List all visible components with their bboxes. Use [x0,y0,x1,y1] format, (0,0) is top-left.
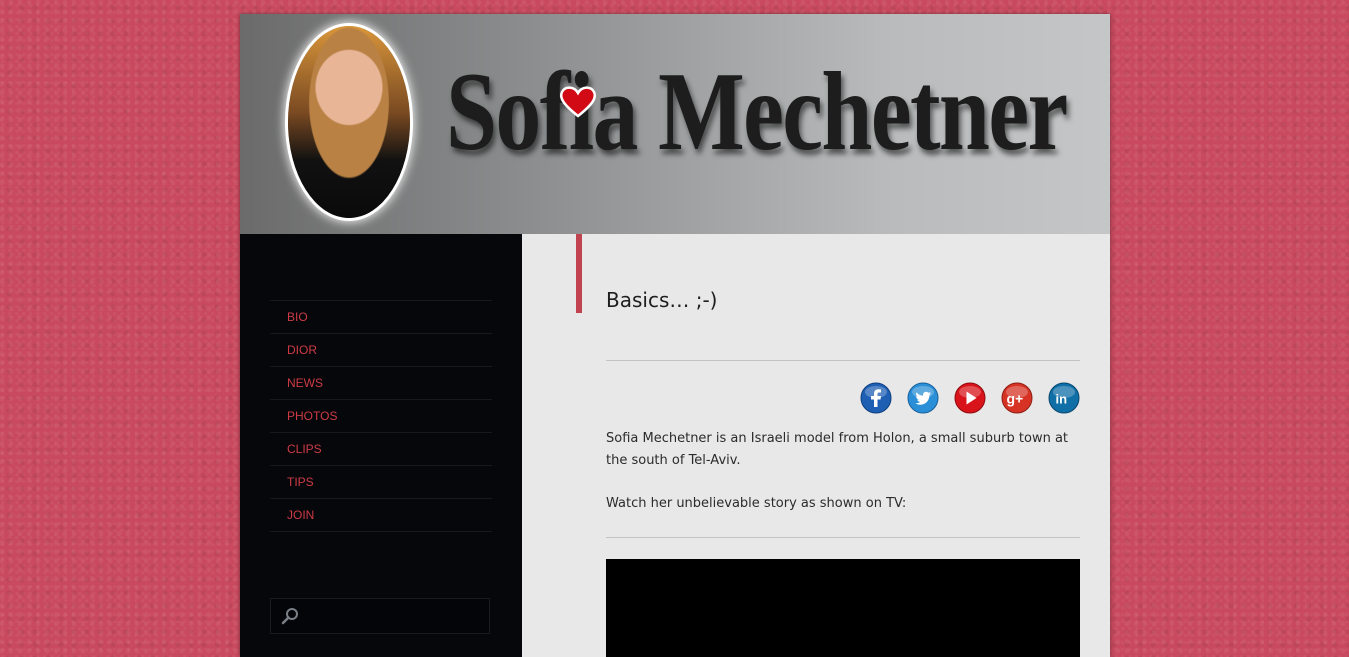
nav-item-clips: CLIPS [270,433,492,466]
nav-link-dior[interactable]: DIOR [270,334,492,366]
title-accent-bar [576,234,582,313]
nav-item-news: NEWS [270,367,492,400]
nav-link-clips[interactable]: CLIPS [270,433,492,465]
divider [606,360,1080,361]
svg-text:in: in [1056,392,1068,407]
divider [606,537,1080,538]
heart-icon [560,86,596,118]
youtube-icon[interactable] [954,382,986,414]
search-icon[interactable] [281,607,299,625]
nav-item-join: JOIN [270,499,492,532]
video-player[interactable] [606,559,1080,657]
site-header: Sofia Mechetner [240,14,1110,234]
avatar [288,26,410,218]
nav-link-bio[interactable]: BIO [270,301,492,333]
intro-paragraph: Sofia Mechetner is an Israeli model from… [606,431,1069,468]
sidebar: BIO DIOR NEWS PHOTOS CLIPS TIPS JOIN [240,234,522,657]
nav-link-tips[interactable]: TIPS [270,466,492,498]
social-links: g+ in [860,382,1080,414]
linkedin-icon[interactable]: in [1048,382,1080,414]
nav-item-tips: TIPS [270,466,492,499]
facebook-icon[interactable] [860,382,892,414]
nav-link-photos[interactable]: PHOTOS [270,400,492,432]
search-input[interactable] [305,605,485,627]
twitter-icon[interactable] [907,382,939,414]
site-title[interactable]: Sofia Mechetner [446,56,1068,168]
nav-item-photos: PHOTOS [270,400,492,433]
google-plus-icon[interactable]: g+ [1001,382,1033,414]
site-wrapper: Sofia Mechetner BIO DIOR NEWS PHOTOS CLI… [240,14,1110,657]
video-caption: Watch her unbelievable story as shown on… [606,496,907,511]
svg-text:g+: g+ [1007,391,1024,407]
nav-link-join[interactable]: JOIN [270,499,492,531]
main-content: Basics… ;-) g+ in Sofia Mechetner is an … [522,234,1110,657]
search-box [270,598,490,634]
page-title: Basics… ;-) [606,288,718,312]
main-nav: BIO DIOR NEWS PHOTOS CLIPS TIPS JOIN [270,300,492,532]
nav-link-news[interactable]: NEWS [270,367,492,399]
nav-item-bio: BIO [270,301,492,334]
nav-item-dior: DIOR [270,334,492,367]
